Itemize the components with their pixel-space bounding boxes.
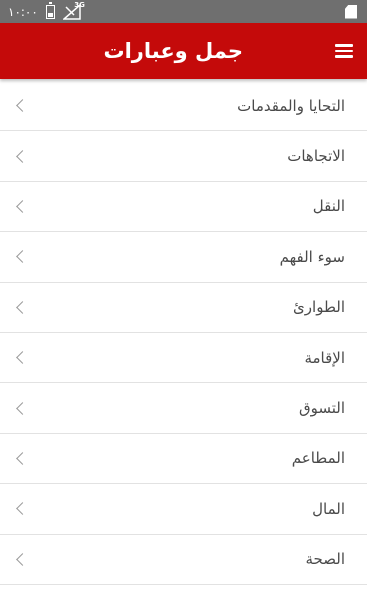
category-item-greetings[interactable]: التحايا والمقدمات <box>0 81 367 132</box>
app-title: جمل وعبارات <box>103 39 243 63</box>
category-label: التسوق <box>298 399 345 418</box>
category-item-health[interactable]: الصحة <box>0 535 367 585</box>
category-item-restaurants[interactable]: المطاعم <box>0 434 367 485</box>
category-label: التحايا والمقدمات <box>237 96 345 115</box>
status-bar: ١٠:٠٠ 3G <box>0 0 367 23</box>
category-item-shopping[interactable]: التسوق <box>0 383 367 434</box>
category-item-emergencies[interactable]: الطوارئ <box>0 283 367 333</box>
network-type-label: 3G <box>74 0 85 9</box>
chevron-left-icon <box>16 300 29 314</box>
category-list: التحايا والمقدمات الاتجاهات النقل سوء ال… <box>0 81 367 600</box>
status-time: ١٠:٠٠ <box>8 4 38 19</box>
chevron-left-icon <box>16 250 29 264</box>
chevron-left-icon <box>16 401 29 415</box>
category-label: النقل <box>312 197 345 216</box>
status-left-group: ١٠:٠٠ 3G <box>8 0 85 20</box>
chevron-left-icon <box>16 149 29 163</box>
chevron-left-icon <box>16 452 29 465</box>
chevron-left-icon <box>16 502 29 516</box>
category-label: المطاعم <box>291 449 345 468</box>
category-label: سوء الفهم <box>279 247 345 266</box>
category-label: الإقامة <box>304 348 345 367</box>
chevron-left-icon <box>16 99 29 113</box>
battery-icon <box>45 1 55 19</box>
app-bar: جمل وعبارات <box>0 23 367 79</box>
category-label: المال <box>312 499 345 518</box>
category-label: الطوارئ <box>293 298 345 317</box>
category-item-directions[interactable]: الاتجاهات <box>0 131 367 182</box>
chevron-left-icon <box>16 552 29 566</box>
category-item-transport[interactable]: النقل <box>0 182 367 233</box>
chevron-left-icon <box>16 200 29 213</box>
chevron-left-icon <box>16 351 29 365</box>
category-item-accommodation[interactable]: الإقامة <box>0 333 367 384</box>
hamburger-menu-icon[interactable] <box>335 44 353 58</box>
category-item-money[interactable]: المال <box>0 484 367 535</box>
sdcard-icon <box>345 4 357 19</box>
category-label: الاتجاهات <box>287 147 345 166</box>
signal-icon: 3G <box>61 0 85 20</box>
category-item-misunderstanding[interactable]: سوء الفهم <box>0 232 367 283</box>
category-label: الصحة <box>305 550 345 569</box>
